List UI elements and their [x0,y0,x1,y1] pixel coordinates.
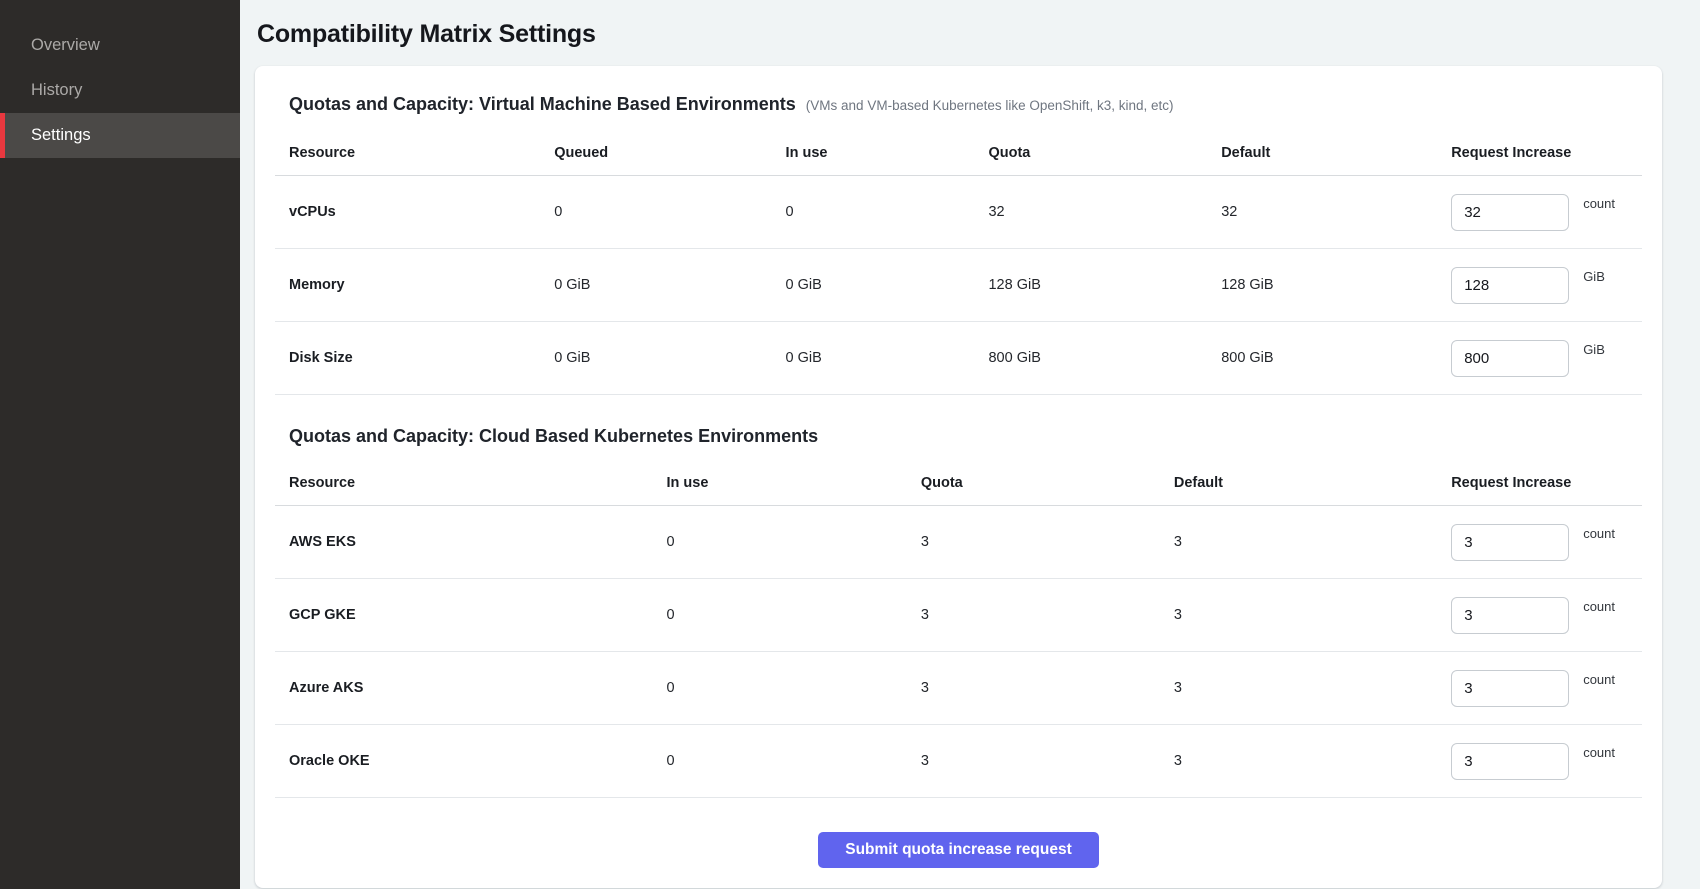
quota-value: 128 GiB [988,277,1221,293]
default-value: 3 [1174,680,1451,696]
resource-label: GCP GKE [289,607,666,623]
vm-quotas-section: Quotas and Capacity: Virtual Machine Bas… [275,94,1642,395]
request-increase-cell: count [1451,743,1642,780]
unit-label: count [1583,196,1615,211]
sidebar-item-label: Settings [31,126,91,145]
column-header-queued: Queued [554,145,785,161]
table-row-aws-eks: AWS EKS 0 3 3 count [275,506,1642,579]
active-indicator [0,113,5,158]
settings-card: Quotas and Capacity: Virtual Machine Bas… [255,66,1662,888]
column-header-resource: Resource [289,145,554,161]
cloud-section-header: Quotas and Capacity: Cloud Based Kuberne… [289,426,1642,447]
unit-label: count [1583,745,1615,760]
quota-value: 3 [921,753,1174,769]
default-value: 3 [1174,753,1451,769]
default-value: 800 GiB [1221,350,1451,366]
vcpus-request-input[interactable] [1451,194,1569,231]
column-header-default: Default [1174,475,1451,491]
sidebar-item-label: History [31,81,82,100]
resource-label: Memory [289,277,554,293]
sidebar-item-label: Overview [31,36,100,55]
sidebar-item-history[interactable]: History [0,68,240,113]
unit-label: count [1583,599,1615,614]
submit-quota-increase-button[interactable]: Submit quota increase request [818,832,1099,868]
default-value: 3 [1174,607,1451,623]
column-header-quota: Quota [988,145,1221,161]
column-header-request-increase: Request Increase [1451,475,1642,491]
queued-value: 0 GiB [554,350,785,366]
unit-label: GiB [1583,269,1605,284]
quota-value: 3 [921,534,1174,550]
in-use-value: 0 GiB [786,350,989,366]
request-increase-cell: GiB [1451,340,1642,377]
main-content: Compatibility Matrix Settings Quotas and… [240,0,1700,889]
column-header-in-use: In use [786,145,989,161]
cloud-section-title: Quotas and Capacity: Cloud Based Kuberne… [289,426,818,447]
in-use-value: 0 [666,680,920,696]
queued-value: 0 GiB [554,277,785,293]
queued-value: 0 [554,204,785,220]
table-row-gcp-gke: GCP GKE 0 3 3 count [275,579,1642,652]
table-row-azure-aks: Azure AKS 0 3 3 count [275,652,1642,725]
column-header-quota: Quota [921,475,1174,491]
resource-label: vCPUs [289,204,554,220]
default-value: 128 GiB [1221,277,1451,293]
table-row-memory: Memory 0 GiB 0 GiB 128 GiB 128 GiB GiB [275,249,1642,322]
page-title: Compatibility Matrix Settings [257,20,1662,49]
cloud-quotas-section: Quotas and Capacity: Cloud Based Kuberne… [275,426,1642,798]
aws-eks-request-input[interactable] [1451,524,1569,561]
sidebar-item-settings[interactable]: Settings [0,113,240,158]
azure-aks-request-input[interactable] [1451,670,1569,707]
resource-label: Oracle OKE [289,753,666,769]
gcp-gke-request-input[interactable] [1451,597,1569,634]
column-header-request-increase: Request Increase [1451,145,1642,161]
request-increase-cell: count [1451,194,1642,231]
in-use-value: 0 [666,753,920,769]
sidebar: Overview History Settings [0,0,240,889]
column-header-in-use: In use [666,475,920,491]
oracle-oke-request-input[interactable] [1451,743,1569,780]
column-header-resource: Resource [289,475,666,491]
default-value: 32 [1221,204,1451,220]
in-use-value: 0 GiB [786,277,989,293]
quota-value: 3 [921,680,1174,696]
table-row-vcpus: vCPUs 0 0 32 32 count [275,176,1642,249]
cloud-table-header: Resource In use Quota Default Request In… [275,462,1642,506]
disk-size-request-input[interactable] [1451,340,1569,377]
vm-section-subtitle: (VMs and VM-based Kubernetes like OpenSh… [806,98,1174,113]
vm-section-header: Quotas and Capacity: Virtual Machine Bas… [289,94,1642,115]
request-increase-cell: count [1451,670,1642,707]
column-header-default: Default [1221,145,1451,161]
request-increase-cell: count [1451,597,1642,634]
quota-value: 32 [988,204,1221,220]
sidebar-item-overview[interactable]: Overview [0,23,240,68]
unit-label: GiB [1583,342,1605,357]
vm-table-header: Resource Queued In use Quota Default Req… [275,132,1642,176]
table-row-disk-size: Disk Size 0 GiB 0 GiB 800 GiB 800 GiB Gi… [275,322,1642,395]
quota-value: 800 GiB [988,350,1221,366]
in-use-value: 0 [666,607,920,623]
default-value: 3 [1174,534,1451,550]
resource-label: Disk Size [289,350,554,366]
submit-row: Submit quota increase request [275,832,1642,870]
in-use-value: 0 [666,534,920,550]
in-use-value: 0 [786,204,989,220]
vm-section-title: Quotas and Capacity: Virtual Machine Bas… [289,94,796,115]
request-increase-cell: GiB [1451,267,1642,304]
memory-request-input[interactable] [1451,267,1569,304]
request-increase-cell: count [1451,524,1642,561]
resource-label: Azure AKS [289,680,666,696]
quota-value: 3 [921,607,1174,623]
unit-label: count [1583,526,1615,541]
resource-label: AWS EKS [289,534,666,550]
table-row-oracle-oke: Oracle OKE 0 3 3 count [275,725,1642,798]
unit-label: count [1583,672,1615,687]
